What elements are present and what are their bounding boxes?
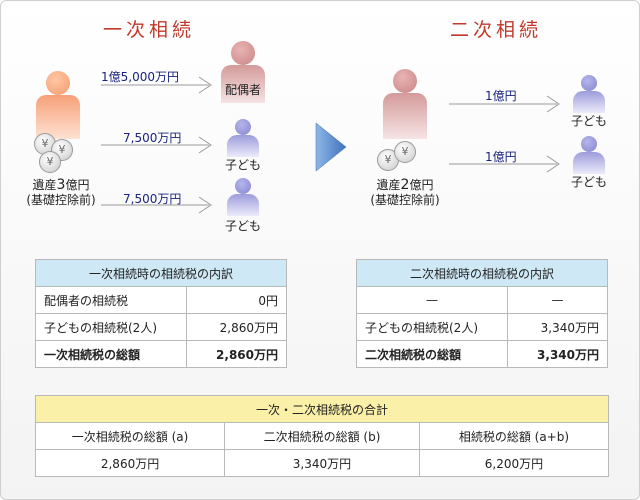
- total-tax-table-header: 一次・二次相続税の合計: [35, 395, 609, 423]
- cell-value: 3,340万円: [507, 313, 608, 341]
- child1-second-label: 子ども: [570, 114, 607, 128]
- cell-value: 3,340万円: [507, 340, 608, 368]
- decedent-first-icon: [36, 71, 80, 139]
- child1-second-icon: [573, 75, 605, 113]
- child1-label: 子ども: [224, 158, 261, 172]
- table-row: 子どもの相続税(2人) 3,340万円: [356, 313, 608, 341]
- cell-label: 配偶者の相続税: [35, 286, 187, 314]
- cell-value: 2,860万円: [34, 449, 226, 477]
- first-tax-table: 一次相続時の相続税の内訳 配偶者の相続税 0円 子どもの相続税(2人) 2,86…: [35, 259, 287, 368]
- child1-icon: [227, 119, 259, 157]
- yen-coin-icon: ¥: [394, 141, 416, 163]
- child2-label: 子ども: [224, 219, 261, 233]
- amount-child2: 7,500万円: [123, 192, 182, 206]
- table-row: 一次相続税の総額 (a) 二次相続税の総額 (b) 相続税の総額 (a+b): [34, 422, 610, 450]
- table-row: — —: [356, 286, 608, 314]
- spouse-label: 配偶者: [224, 83, 261, 97]
- child2-icon: [227, 178, 259, 216]
- child2-second-label: 子ども: [570, 175, 607, 189]
- cell-label: 一次相続税の総額: [35, 340, 187, 368]
- decedent-second-icon: [383, 69, 427, 139]
- cell-value: 2,860万円: [186, 340, 287, 368]
- cell-label: 子どもの相続税(2人): [35, 313, 187, 341]
- amount-second-child1: 1億円: [485, 89, 517, 103]
- table-row: 配偶者の相続税 0円: [35, 286, 287, 314]
- flow-arrows: [101, 76, 560, 214]
- second-tax-table: 二次相続時の相続税の内訳 — — 子どもの相続税(2人) 3,340万円 二次相…: [356, 259, 608, 368]
- cell-value: 3,340万円: [224, 449, 420, 477]
- yen-coin-icon: ¥: [39, 151, 61, 173]
- total-tax-table: 一次・二次相続税の合計 一次相続税の総額 (a) 二次相続税の総額 (b) 相続…: [34, 395, 610, 477]
- table-row: 二次相続税の総額 3,340万円: [356, 340, 608, 368]
- second-estate-label: 遺産2億円 (基礎控除前): [370, 177, 440, 208]
- column-header: 一次相続税の総額 (a): [34, 422, 226, 450]
- amount-spouse: 1億5,000万円: [101, 70, 179, 84]
- amount-second-child2: 1億円: [485, 150, 517, 164]
- cell-value: 6,200万円: [418, 449, 610, 477]
- cell-label: 子どもの相続税(2人): [356, 313, 508, 341]
- cell-label: 二次相続税の総額: [356, 340, 508, 368]
- child2-second-icon: [573, 136, 605, 174]
- cell-label: —: [356, 286, 508, 314]
- table-row: 2,860万円 3,340万円 6,200万円: [34, 449, 610, 477]
- second-tax-table-header: 二次相続時の相続税の内訳: [356, 259, 608, 287]
- column-header: 相続税の総額 (a+b): [418, 422, 610, 450]
- first-tax-table-header: 一次相続時の相続税の内訳: [35, 259, 287, 287]
- table-row: 一次相続税の総額 2,860万円: [35, 340, 287, 368]
- right-arrow-icon: [315, 122, 347, 172]
- cell-value: 0円: [186, 286, 287, 314]
- cell-value: —: [507, 286, 608, 314]
- inheritance-diagram: 一次相続 二次相続 ¥ ¥ ¥ 遺産3億円 (基礎控除前) 1億5,000万円 …: [0, 0, 640, 500]
- table-row: 子どもの相続税(2人) 2,860万円: [35, 313, 287, 341]
- column-header: 二次相続税の総額 (b): [224, 422, 420, 450]
- amount-child1: 7,500万円: [123, 131, 182, 145]
- cell-value: 2,860万円: [186, 313, 287, 341]
- first-estate-label: 遺産3億円 (基礎控除前): [26, 177, 96, 208]
